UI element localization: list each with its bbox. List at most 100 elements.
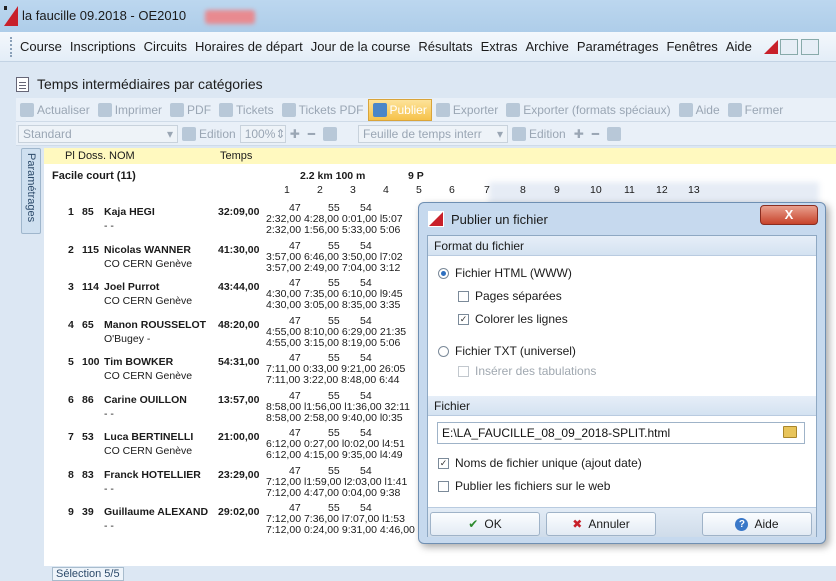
- course-posts: 9 P: [408, 170, 424, 182]
- runner-name: Carine OUILLON: [104, 394, 187, 406]
- minus-icon: ━: [307, 126, 315, 141]
- runner-club: CO CERN Genève: [104, 445, 193, 457]
- toolbar-aide-label: Aide: [695, 102, 720, 117]
- runner-club: - -: [104, 408, 114, 420]
- checkbox-nom-unique[interactable]: ✓: [438, 457, 449, 469]
- option-html[interactable]: Fichier HTML (WWW): [438, 266, 572, 280]
- logo-menu-icon[interactable]: [762, 38, 780, 56]
- ticket-icon: [219, 102, 234, 117]
- printer-icon: [97, 102, 112, 117]
- checkbox-publier-web[interactable]: [438, 480, 449, 492]
- report-header-row: Pl Doss. NOM Temps: [44, 148, 836, 164]
- edition2-button[interactable]: Edition: [508, 123, 570, 145]
- column-number: 9: [554, 184, 560, 196]
- menu-inscriptions[interactable]: Inscriptions: [66, 39, 140, 54]
- menu-parametrages[interactable]: Paramétrages: [573, 39, 663, 54]
- toolbar-exporter[interactable]: Exporter: [432, 99, 502, 121]
- checkbox-colorer-lignes[interactable]: ✓: [458, 313, 469, 325]
- radio-html[interactable]: [438, 267, 449, 279]
- selection-status[interactable]: Sélection 5/5: [52, 567, 124, 581]
- toolbar-aide[interactable]: Aide: [675, 99, 724, 121]
- runner-time: 29:02,00: [218, 506, 260, 518]
- window-tile-icon[interactable]: [800, 38, 819, 55]
- sheet-combo[interactable]: Feuille de temps interr ▾: [358, 124, 508, 143]
- split-line-leg: 4:30,00 3:05,00 8:35,00 3:35: [266, 299, 401, 311]
- window-titlebar: la faucille 09.2018 - OE2010: [0, 0, 836, 32]
- menu-aide[interactable]: Aide: [722, 39, 756, 54]
- toolbar-exporter-label: Exporter: [452, 102, 499, 117]
- menu-horaires[interactable]: Horaires de départ: [191, 39, 307, 54]
- option-txt[interactable]: Fichier TXT (universel): [438, 344, 576, 358]
- runner-club: - -: [104, 483, 114, 495]
- menu-archive[interactable]: Archive: [521, 39, 572, 54]
- layout-combo[interactable]: Standard ▾: [18, 124, 178, 143]
- menu-circuits[interactable]: Circuits: [140, 39, 191, 54]
- option-unique-label: Noms de fichier unique (ajout date): [455, 456, 642, 470]
- report-toolbar: Actualiser Imprimer PDF Tickets Tickets …: [16, 98, 836, 122]
- category-name: Facile court (11): [52, 170, 136, 182]
- toolbar-exporter-speciaux-label: Exporter (formats spéciaux): [523, 102, 671, 117]
- checkbox-pages-separees[interactable]: [458, 290, 469, 302]
- toolbar-pdf[interactable]: PDF: [166, 99, 215, 121]
- layout-toolbar: Standard ▾ Edition 100% ⇕ ✚ ━ Feuille de t…: [16, 122, 836, 146]
- cancel-button[interactable]: ✖ Annuler: [546, 512, 656, 536]
- split-line-leg: 7:11,00 3:22,00 8:48,00 6:44: [266, 374, 400, 386]
- help-button[interactable]: ? Aide: [702, 512, 812, 536]
- option-pages-label: Pages séparées: [475, 289, 562, 303]
- menu-extras[interactable]: Extras: [477, 39, 522, 54]
- toolbar-fermer[interactable]: Fermer: [724, 99, 788, 121]
- spin-icon: ⇕: [275, 126, 286, 141]
- menu-course[interactable]: Course: [16, 39, 66, 54]
- runner-place: 2: [68, 244, 74, 256]
- split-line-leg: 4:55,00 3:15,00 8:19,00 5:06: [266, 337, 401, 349]
- option-publier-web[interactable]: Publier les fichiers sur le web: [438, 479, 610, 493]
- toolbar-imprimer-label: Imprimer: [114, 102, 163, 117]
- menu-icons: [762, 38, 822, 56]
- option-nom-unique[interactable]: ✓ Noms de fichier unique (ajout date): [438, 456, 642, 470]
- toolbar-tickets-pdf[interactable]: Tickets PDF: [278, 99, 368, 121]
- fit-button[interactable]: [319, 123, 344, 145]
- zoom-value: 100%: [244, 126, 276, 141]
- toolbar-actualiser[interactable]: Actualiser: [16, 99, 94, 121]
- option-colorer-lignes[interactable]: ✓ Colorer les lignes: [458, 312, 568, 326]
- check-icon: ✔: [468, 517, 479, 531]
- sheet-settings-button[interactable]: [603, 123, 628, 145]
- file-path-input[interactable]: E:\LA_FAUCILLE_08_09_2018-SPLIT.html: [437, 422, 805, 444]
- edition-button[interactable]: Edition: [178, 123, 240, 145]
- sheet-value: Feuille de temps interr: [363, 126, 482, 141]
- option-html-label: Fichier HTML (WWW): [455, 266, 572, 280]
- ok-button[interactable]: ✔ OK: [430, 512, 540, 536]
- toolbar-publier-label: Publier: [389, 102, 427, 117]
- publish-dialog: Publier un fichier X Format du fichier F…: [418, 202, 826, 544]
- ok-label: OK: [484, 517, 502, 531]
- window-cascade-icon[interactable]: [779, 38, 798, 55]
- side-tab-parametrages[interactable]: Paramétrages: [21, 148, 41, 234]
- toolbar-imprimer[interactable]: Imprimer: [94, 99, 166, 121]
- runner-club: - -: [104, 520, 114, 532]
- column-number: 3: [350, 184, 356, 196]
- toolbar-tickets[interactable]: Tickets: [215, 99, 278, 121]
- window-title: la faucille 09.2018 - OE2010: [22, 8, 187, 23]
- runner-time: 43:44,00: [218, 281, 260, 293]
- zoom-in-button[interactable]: ✚: [286, 123, 304, 145]
- folder-icon[interactable]: [783, 426, 797, 438]
- toolbar-publier[interactable]: Publier: [367, 98, 432, 121]
- split-line-leg: 6:12,00 4:15,00 9:35,00 l4:49: [266, 449, 403, 461]
- zoom-combo[interactable]: 100% ⇕: [239, 124, 286, 143]
- menu-fenetres[interactable]: Fenêtres: [662, 39, 721, 54]
- child-window-title: Temps intermédiaires par catégories: [16, 72, 836, 96]
- menu-jour-course[interactable]: Jour de la course: [307, 39, 415, 54]
- course-distance: 2.2 km 100 m: [300, 170, 366, 182]
- menu-resultats[interactable]: Résultats: [414, 39, 476, 54]
- toolbar-exporter-speciaux[interactable]: Exporter (formats spéciaux): [502, 99, 674, 121]
- add-button[interactable]: ✚: [570, 123, 588, 145]
- remove-button[interactable]: ━: [588, 123, 603, 145]
- chevron-down-icon: ▾: [166, 126, 173, 141]
- column-number: 7: [484, 184, 490, 196]
- close-button[interactable]: X: [760, 205, 818, 225]
- split-line-leg: 7:12,00 4:47,00 0:04,00 9:38: [266, 487, 401, 499]
- zoom-out-button[interactable]: ━: [304, 123, 319, 145]
- option-pages-separees[interactable]: Pages séparées: [458, 289, 562, 303]
- radio-txt[interactable]: [438, 345, 449, 357]
- runner-name: Franck HOTELLIER: [104, 469, 201, 481]
